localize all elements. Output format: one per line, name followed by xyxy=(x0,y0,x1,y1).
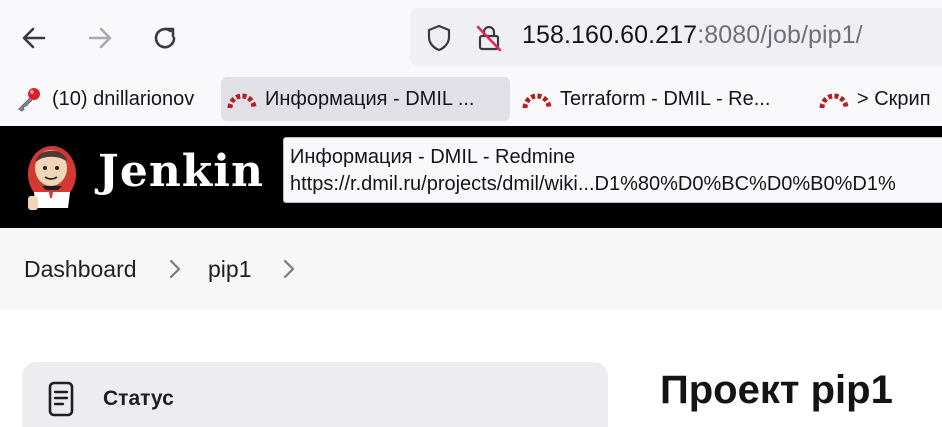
back-arrow-icon xyxy=(22,27,46,49)
bookmark-label: > Скрип xyxy=(857,87,931,110)
redmine-icon xyxy=(227,84,257,114)
bookmark-label: Terraform - DMIL - Re... xyxy=(560,87,771,110)
tooltip-url: https://r.dmil.ru/projects/dmil/wiki...D… xyxy=(290,173,896,195)
redmine-icon xyxy=(819,84,849,114)
jenkins-logo-icon[interactable] xyxy=(22,140,82,216)
insecure-lock-icon[interactable] xyxy=(474,23,504,53)
tooltip-title: Информация - DMIL - Redmine xyxy=(290,146,576,168)
bookmarks-bar: (10) dnillarionov Информация - DMIL ... … xyxy=(0,76,942,126)
url-host: 158.160.60.217 xyxy=(522,21,698,49)
breadcrumb: Dashboard pip1 xyxy=(0,228,942,310)
url-text[interactable]: 158.160.60.217:8080/job/pip1/ xyxy=(522,21,863,50)
url-bar[interactable]: 158.160.60.217:8080/job/pip1/ xyxy=(410,8,942,66)
page-title: Проект pip1 xyxy=(660,368,893,412)
bookmark-terraform[interactable]: Terraform - DMIL - Re... xyxy=(516,77,776,121)
forward-button[interactable] xyxy=(78,16,122,60)
bookmark-tooltip: Информация - DMIL - Redmine https://r.dm… xyxy=(283,137,942,203)
sidebar-item-label: Статус xyxy=(103,387,174,410)
back-button[interactable] xyxy=(12,16,56,60)
shield-icon[interactable] xyxy=(424,23,454,53)
page: 158.160.60.217:8080/job/pip1/ (10) dnill… xyxy=(0,0,942,427)
forward-arrow-icon xyxy=(88,27,112,49)
bookmark-dnillarionov[interactable]: (10) dnillarionov xyxy=(8,77,200,121)
bookmark-label: (10) dnillarionov xyxy=(52,87,195,110)
redmine-icon xyxy=(522,84,552,114)
sidebar-item-status[interactable]: Статус xyxy=(22,362,608,427)
reload-icon xyxy=(154,27,176,49)
key-icon xyxy=(14,84,44,114)
document-icon xyxy=(48,381,74,417)
bookmark-skript[interactable]: > Скрип xyxy=(813,77,937,121)
breadcrumb-dashboard[interactable]: Dashboard xyxy=(24,256,137,283)
jenkins-title[interactable]: Jenkin xyxy=(98,146,264,197)
reload-button[interactable] xyxy=(143,16,187,60)
bookmark-informatsiya[interactable]: Информация - DMIL ... xyxy=(221,77,510,121)
browser-toolbar: 158.160.60.217:8080/job/pip1/ xyxy=(0,0,942,76)
url-path: :8080/job/pip1/ xyxy=(697,21,863,49)
bookmark-label: Информация - DMIL ... xyxy=(265,87,475,110)
chevron-right-icon[interactable] xyxy=(165,258,185,280)
chevron-right-icon[interactable] xyxy=(279,258,299,280)
breadcrumb-pip1[interactable]: pip1 xyxy=(208,256,251,283)
